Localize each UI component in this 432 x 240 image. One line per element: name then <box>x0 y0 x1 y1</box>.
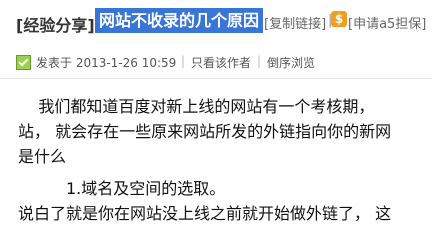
body-line: 我们都知道百度对新上线的网站有一个考核期， <box>18 97 375 116</box>
post-date: 发表于 2013-1-26 10:59 <box>36 56 177 70</box>
body-line: 站， 就会存在一些原来网站所发的外链指向你的新网 <box>18 122 392 141</box>
meta-divider: | <box>257 54 262 68</box>
thread-category-tag[interactable]: [经验分享] <box>16 12 95 36</box>
post-meta-bar: 发表于 2013-1-26 10:59 | 只看该作者 | 倒序浏览 <box>0 52 432 72</box>
reverse-order-link[interactable]: 倒序浏览 <box>267 54 315 71</box>
thread-header: [经验分享] 网站不收录的几个原因 [复制链接] | $ [申请a5担保] <box>0 0 432 44</box>
post-check-icon <box>16 55 31 70</box>
body-line: 说白了就是你在网站没上线之前就开始做外链了， 这 <box>18 204 392 223</box>
section-heading: 1.域名及空间的选取。 <box>66 179 226 198</box>
meta-divider-line <box>0 78 432 79</box>
copy-link-button[interactable]: [复制链接] <box>264 13 326 32</box>
thread-title: 网站不收录的几个原因 <box>95 8 264 33</box>
guarantee-dollar-icon: $ <box>331 11 347 27</box>
body-line: 是什么 <box>18 147 67 166</box>
only-author-link[interactable]: 只看该作者 <box>191 54 251 71</box>
meta-divider: | <box>181 54 186 68</box>
apply-guarantee-link[interactable]: [申请a5担保] <box>348 13 426 32</box>
